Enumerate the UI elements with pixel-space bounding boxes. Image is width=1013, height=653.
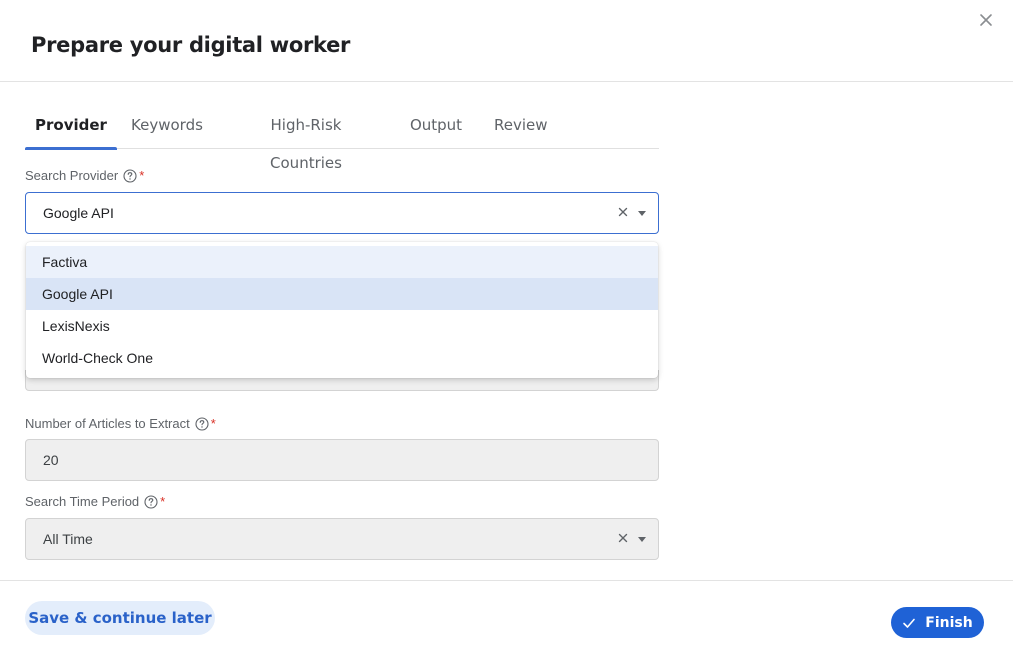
time-period-label-text: Search Time Period xyxy=(25,494,140,509)
tab-provider[interactable]: Provider xyxy=(25,106,117,150)
finish-button[interactable]: Finish xyxy=(891,607,984,638)
option-lexisnexis[interactable]: LexisNexis xyxy=(26,310,658,342)
help-icon[interactable] xyxy=(123,168,137,183)
tab-high-risk-countries[interactable]: High-Risk Countries xyxy=(234,106,378,172)
required-marker: * xyxy=(139,168,145,183)
required-marker: * xyxy=(160,494,166,509)
time-period-value: All Time xyxy=(43,531,93,547)
option-world-check-one[interactable]: World-Check One xyxy=(26,342,658,374)
articles-label: Number of Articles to Extract * xyxy=(25,416,216,431)
chevron-down-icon[interactable] xyxy=(638,211,646,216)
option-factiva[interactable]: Factiva xyxy=(26,246,658,278)
search-provider-value: Google API xyxy=(43,205,114,221)
search-provider-dropdown: Factiva Google API LexisNexis World-Chec… xyxy=(26,242,658,378)
required-marker: * xyxy=(210,416,216,431)
clear-icon[interactable] xyxy=(616,205,630,219)
help-icon[interactable] xyxy=(195,416,209,431)
time-period-select[interactable]: All Time xyxy=(25,518,659,560)
wizard-tabs: Provider Keywords High-Risk Countries Ou… xyxy=(25,106,659,172)
articles-value: 20 xyxy=(43,452,59,468)
search-provider-label-text: Search Provider xyxy=(25,168,119,183)
dialog-title: Prepare your digital worker xyxy=(31,33,351,57)
chevron-down-icon[interactable] xyxy=(638,537,646,542)
close-icon[interactable] xyxy=(978,12,994,28)
time-period-label: Search Time Period * xyxy=(25,494,165,509)
tab-output[interactable]: Output xyxy=(409,106,463,149)
help-icon[interactable] xyxy=(144,494,158,509)
finish-label: Finish xyxy=(925,614,973,631)
search-provider-select[interactable]: Google API xyxy=(25,192,659,234)
search-provider-label: Search Provider * xyxy=(25,168,144,183)
articles-input[interactable]: 20 xyxy=(25,439,659,481)
check-icon xyxy=(902,616,916,630)
option-google-api[interactable]: Google API xyxy=(26,278,658,310)
dialog-footer: Save & continue later Finish xyxy=(0,580,1013,653)
clear-icon[interactable] xyxy=(616,531,630,545)
tab-review[interactable]: Review xyxy=(494,106,548,149)
articles-label-text: Number of Articles to Extract xyxy=(25,416,190,431)
tab-keywords[interactable]: Keywords xyxy=(131,106,203,149)
dialog-header: Prepare your digital worker xyxy=(0,0,1013,82)
save-continue-later-button[interactable]: Save & continue later xyxy=(25,601,215,635)
